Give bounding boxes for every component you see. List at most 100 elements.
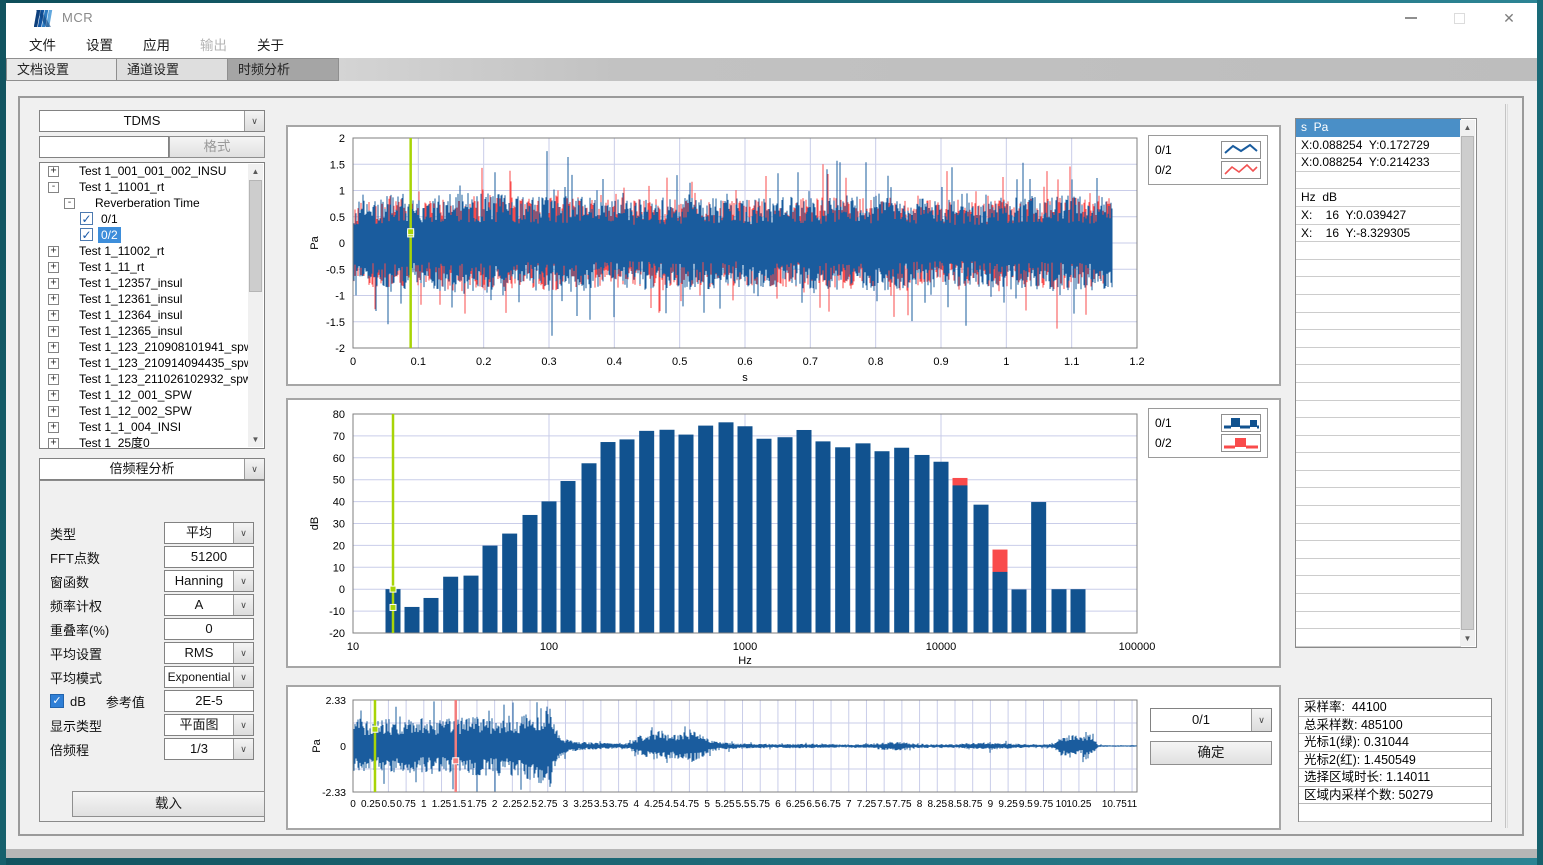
chevron-down-icon[interactable]: ∨ bbox=[233, 523, 253, 543]
expand-icon[interactable]: + bbox=[48, 406, 59, 417]
expand-icon[interactable]: + bbox=[48, 438, 59, 449]
menu-item-4[interactable]: 关于 bbox=[242, 33, 299, 58]
tree-item-9[interactable]: +Test 1_12364_insul bbox=[40, 307, 264, 323]
expand-icon[interactable]: + bbox=[48, 390, 59, 401]
load-button[interactable]: 载入 bbox=[72, 791, 265, 817]
tree-scroll-thumb[interactable] bbox=[249, 180, 262, 292]
svg-text:-0.5: -0.5 bbox=[326, 264, 345, 276]
field-select-6[interactable]: Exponential∨ bbox=[164, 666, 254, 688]
format-button[interactable]: 格式 bbox=[169, 136, 265, 158]
tree-item-4[interactable]: ✓0/2 bbox=[40, 227, 264, 243]
tree-item-5[interactable]: + Test 1_11002_rt bbox=[40, 243, 264, 259]
readout-scroll-thumb[interactable] bbox=[1461, 136, 1474, 630]
maximize-icon bbox=[1454, 13, 1465, 24]
collapse-icon[interactable]: - bbox=[48, 182, 59, 193]
tree-item-0[interactable]: +Test 1_001_001_002_INSU bbox=[40, 163, 264, 179]
expand-icon[interactable]: + bbox=[48, 342, 59, 353]
field-select-5[interactable]: RMS∨ bbox=[164, 642, 254, 664]
checkbox-checked[interactable]: ✓ bbox=[80, 212, 93, 225]
chevron-down-icon[interactable]: ∨ bbox=[244, 459, 264, 479]
tree-item-label: Test 1_11002_rt bbox=[76, 243, 167, 259]
expand-icon[interactable]: + bbox=[48, 422, 59, 433]
readout-scrollbar[interactable]: ▲ ▼ bbox=[1460, 120, 1475, 646]
field-label: FFT点数 bbox=[50, 548, 164, 567]
chevron-down-icon[interactable]: ∨ bbox=[233, 595, 253, 615]
overview-channel-combo[interactable]: 0/1 ∨ bbox=[1150, 708, 1272, 732]
tree-item-6[interactable]: +Test 1_11_rt bbox=[40, 259, 264, 275]
scroll-down-icon[interactable]: ▼ bbox=[248, 432, 263, 447]
checkbox-checked[interactable]: ✓ bbox=[80, 228, 93, 241]
field-input-1[interactable]: 51200 bbox=[164, 546, 254, 568]
tree-item-15[interactable]: +Test 1_12_002_SPW bbox=[40, 403, 264, 419]
expand-icon[interactable]: + bbox=[48, 374, 59, 385]
minimize-button[interactable] bbox=[1389, 3, 1433, 33]
confirm-button[interactable]: 确定 bbox=[1150, 741, 1272, 765]
file-format-combo[interactable]: TDMS ∨ bbox=[39, 110, 265, 132]
svg-text:1: 1 bbox=[421, 799, 427, 810]
menu-item-2[interactable]: 应用 bbox=[128, 33, 185, 58]
tree-item-10[interactable]: +Test 1_12365_insul bbox=[40, 323, 264, 339]
filter-input[interactable] bbox=[39, 136, 169, 158]
svg-text:1.5: 1.5 bbox=[330, 159, 345, 171]
svg-text:0.8: 0.8 bbox=[868, 356, 883, 368]
collapse-icon[interactable]: - bbox=[64, 198, 75, 209]
chevron-down-icon[interactable]: ∨ bbox=[233, 667, 253, 687]
expand-icon[interactable]: + bbox=[48, 166, 59, 177]
svg-text:4.75: 4.75 bbox=[680, 799, 700, 810]
field-input-4[interactable]: 0 bbox=[164, 618, 254, 640]
expand-icon[interactable]: + bbox=[48, 278, 59, 289]
tree-item-17[interactable]: +Test 1_25度0 bbox=[40, 435, 264, 449]
tree-item-14[interactable]: +Test 1_12_001_SPW bbox=[40, 387, 264, 403]
chevron-down-icon[interactable]: ∨ bbox=[244, 111, 264, 131]
tree-item-2[interactable]: -Reverberation Time bbox=[40, 195, 264, 211]
tree-item-8[interactable]: +Test 1_12361_insul bbox=[40, 291, 264, 307]
tree-scrollbar[interactable]: ▲ ▼ bbox=[248, 164, 263, 447]
menu-item-1[interactable]: 设置 bbox=[71, 33, 128, 58]
tree-item-12[interactable]: +Test 1_123_210914094435_spw bbox=[40, 355, 264, 371]
chevron-down-icon[interactable]: ∨ bbox=[1251, 709, 1271, 731]
field-select-9[interactable]: 1/3∨ bbox=[164, 738, 254, 760]
field-select-8[interactable]: 平面图∨ bbox=[164, 714, 254, 736]
tree-item-13[interactable]: +Test 1_123_211026102932_spw bbox=[40, 371, 264, 387]
svg-text:80: 80 bbox=[333, 409, 345, 421]
tab-0[interactable]: 文档设置 bbox=[6, 58, 117, 81]
readout-header-row[interactable]: s Pa bbox=[1296, 119, 1461, 137]
tree-item-1[interactable]: -Test 1_11001_rt bbox=[40, 179, 264, 195]
scroll-down-icon[interactable]: ▼ bbox=[1460, 631, 1475, 646]
tree-item-3[interactable]: ✓0/1 bbox=[40, 211, 264, 227]
scroll-up-icon[interactable]: ▲ bbox=[1460, 120, 1475, 135]
chevron-down-icon[interactable]: ∨ bbox=[233, 739, 253, 759]
chevron-down-icon[interactable]: ∨ bbox=[233, 715, 253, 735]
scroll-up-icon[interactable]: ▲ bbox=[248, 164, 263, 179]
readout-row bbox=[1296, 506, 1461, 524]
menu-item-0[interactable]: 文件 bbox=[14, 33, 71, 58]
tree-item-7[interactable]: +Test 1_12357_insul bbox=[40, 275, 264, 291]
svg-text:60: 60 bbox=[333, 453, 345, 465]
field-select-3[interactable]: A∨ bbox=[164, 594, 254, 616]
chevron-down-icon[interactable]: ∨ bbox=[233, 643, 253, 663]
field-select-2[interactable]: Hanning∨ bbox=[164, 570, 254, 592]
svg-text:4.5: 4.5 bbox=[665, 799, 679, 810]
tree-item-16[interactable]: +Test 1_1_004_INSI bbox=[40, 419, 264, 435]
svg-text:-10: -10 bbox=[329, 606, 345, 618]
expand-icon[interactable]: + bbox=[48, 246, 59, 257]
expand-icon[interactable]: + bbox=[48, 294, 59, 305]
svg-text:0.5: 0.5 bbox=[330, 212, 345, 224]
panel-divider[interactable] bbox=[1505, 104, 1506, 828]
menu-bar: 文件设置应用输出关于 bbox=[6, 33, 1537, 58]
tab-2[interactable]: 时频分析 bbox=[228, 58, 339, 81]
close-button[interactable]: ✕ bbox=[1487, 3, 1531, 33]
expand-icon[interactable]: + bbox=[48, 326, 59, 337]
field-input-7[interactable]: 2E-5 bbox=[164, 690, 254, 712]
tab-1[interactable]: 通道设置 bbox=[117, 58, 228, 81]
maximize-button[interactable] bbox=[1437, 3, 1481, 33]
field-select-0[interactable]: 平均∨ bbox=[164, 522, 254, 544]
expand-icon[interactable]: + bbox=[48, 262, 59, 273]
analysis-type-combo[interactable]: 倍频程分析 ∨ bbox=[39, 458, 265, 480]
expand-icon[interactable]: + bbox=[48, 358, 59, 369]
tree-item-11[interactable]: +Test 1_123_210908101941_spw bbox=[40, 339, 264, 355]
svg-text:dB: dB bbox=[309, 517, 321, 530]
expand-icon[interactable]: + bbox=[48, 310, 59, 321]
db-checkbox[interactable]: ✓ bbox=[50, 694, 64, 708]
chevron-down-icon[interactable]: ∨ bbox=[233, 571, 253, 591]
